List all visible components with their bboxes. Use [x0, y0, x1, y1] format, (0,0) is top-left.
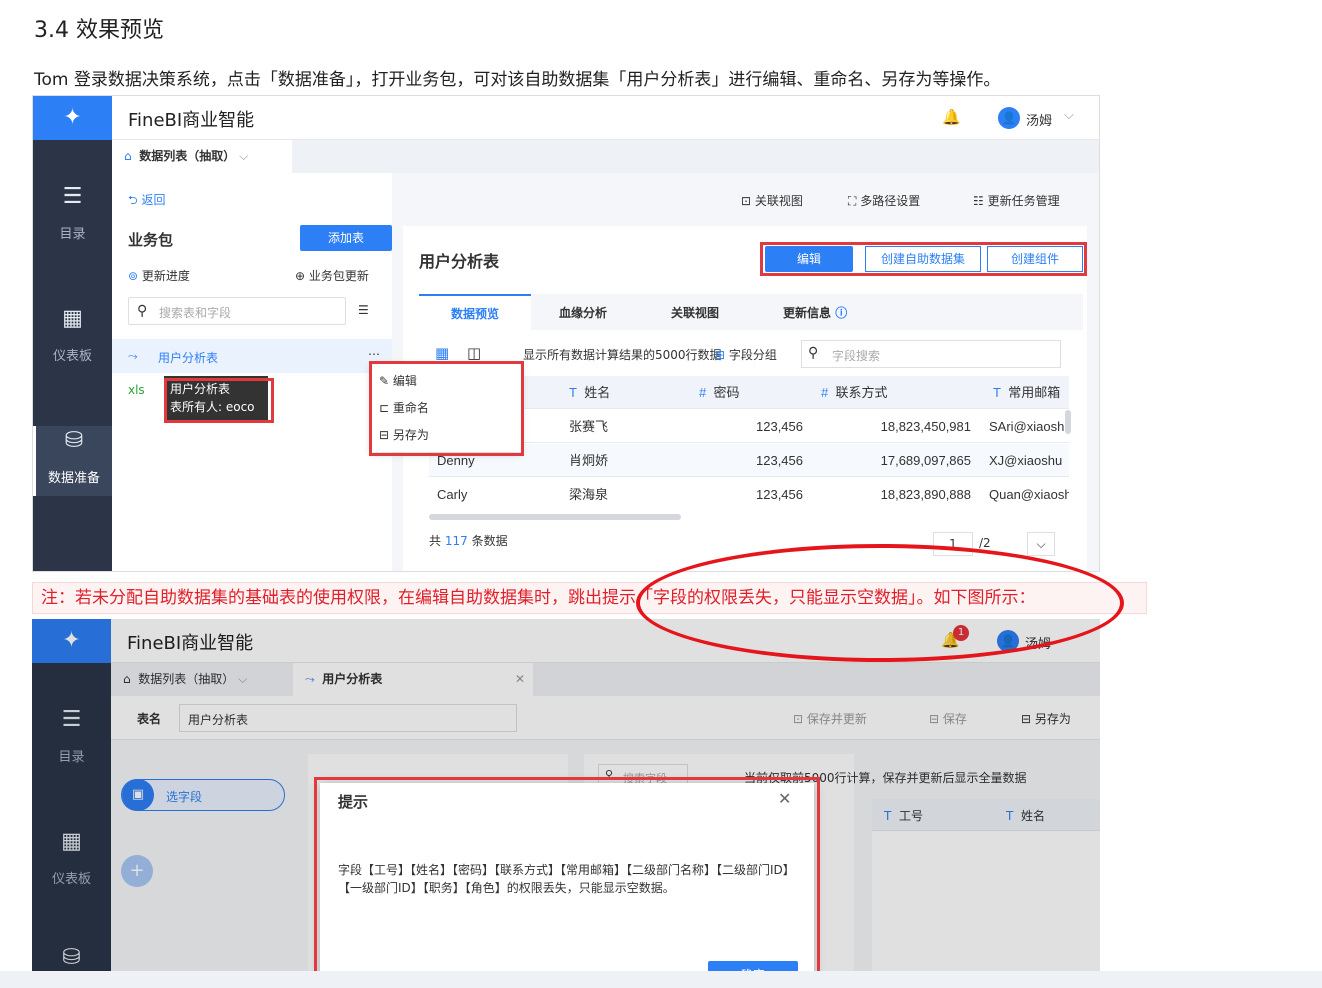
- section-heading: 3.4 效果预览: [34, 18, 164, 43]
- table-row: Denny 肖炯娇 123,456 17,689,097,865 XJ@xiao…: [429, 444, 1069, 477]
- tab-data-preview[interactable]: 数据预览: [419, 294, 531, 330]
- vertical-scrollbar[interactable]: [1065, 410, 1071, 434]
- sidebar-item-dashboard[interactable]: ▦ 仪表板: [33, 306, 112, 364]
- update-task-button[interactable]: ☷ 更新任务管理: [973, 192, 1060, 209]
- column-header: # 密码: [699, 385, 740, 400]
- text-type-icon: T: [993, 385, 1001, 400]
- grid-view-icon[interactable]: ▦: [435, 344, 449, 362]
- relation-view-button[interactable]: ⊡ 关联视图: [741, 192, 803, 209]
- screenshot-permission-dialog: ✦ ☰ 目录 ▦ 仪表板 ⛁ FineBI商业智能 🔔 1 👤 汤姆 ⌂ 数据列表（…: [32, 619, 1100, 971]
- search-icon: ⚲: [808, 345, 819, 361]
- list-item-user-table[interactable]: ⤳ 用户分析表 ⋯: [112, 339, 392, 373]
- sidebar-item-catalog[interactable]: ☰ 目录: [33, 184, 112, 242]
- xls-icon: xls: [128, 383, 145, 397]
- package-update-link[interactable]: ⊕ 业务包更新: [295, 267, 369, 284]
- info-icon: ⓘ: [835, 306, 848, 320]
- add-table-button[interactable]: 添加表: [300, 225, 392, 251]
- avatar[interactable]: 👤: [998, 107, 1020, 129]
- table-view-icon[interactable]: ◫: [467, 344, 481, 362]
- finebi-logo-icon: ✦: [33, 96, 112, 140]
- horizontal-scrollbar[interactable]: [429, 514, 681, 520]
- column-header: # 联系方式: [821, 385, 888, 400]
- group-icon: ⊞: [715, 348, 726, 362]
- tab-bar: ⌂ 数据列表（抽取） ⌵: [112, 140, 1099, 173]
- back-link[interactable]: ⮌ 返回: [128, 191, 165, 212]
- dashboard-icon: ▦: [62, 306, 83, 331]
- search-input[interactable]: ⚲ 搜索表和字段: [128, 297, 346, 325]
- field-group-button[interactable]: ⊞ 字段分组: [715, 346, 777, 363]
- total-count: 共 117 条数据: [429, 534, 508, 548]
- more-icon[interactable]: ⋯: [368, 347, 380, 361]
- text-type-icon: T: [569, 385, 577, 400]
- number-type-icon: #: [699, 385, 707, 400]
- search-icon: ⚲: [137, 303, 148, 319]
- screenshot-data-prep: ✦ ☰ 目录 ▦ 仪表板 ⛁ 数据准备 FineBI商业智能 🔔 👤 汤姆 ⌵ ⌂ 数…: [32, 95, 1100, 572]
- preview-table: T 姓名 # 密码 # 联系方式 T 常用邮箱 张赛飞 123,456 18,8…: [429, 376, 1069, 510]
- column-header: T 常用邮箱: [993, 385, 1061, 400]
- field-search-input[interactable]: ⚲ 字段搜索: [801, 340, 1061, 368]
- preview-hint: 显示所有数据计算结果的5000行数据: [523, 348, 722, 362]
- upload-icon: ⊕: [295, 269, 306, 283]
- bell-icon[interactable]: 🔔: [942, 108, 961, 126]
- number-type-icon: #: [821, 385, 829, 400]
- package-panel: ⮌ 返回 业务包 添加表 ⊚ 更新进度 ⊕ 业务包更新 ⚲ 搜索表和字段 ☰ ⤳…: [112, 173, 392, 571]
- app-brand: FineBI商业智能: [128, 110, 255, 131]
- actions-highlight: [760, 242, 1087, 276]
- multipath-button[interactable]: ⛶ 多路径设置: [848, 192, 920, 209]
- chevron-down-icon[interactable]: ⌵: [1064, 108, 1074, 123]
- menu-highlight: [369, 361, 524, 456]
- tooltip-highlight: [164, 378, 274, 423]
- progress-icon: ⊚: [128, 269, 139, 283]
- relation-icon: ⊡: [741, 194, 752, 208]
- page-total: /2: [979, 536, 991, 550]
- dataset-icon: ⤳: [128, 349, 138, 363]
- user-name[interactable]: 汤姆: [1026, 110, 1052, 129]
- hierarchy-icon: ⛶: [848, 194, 857, 208]
- home-icon: ⌂: [124, 149, 132, 163]
- intro-paragraph: Tom 登录数据决策系统，点击「数据准备」，打开业务包，可对该自助数据集「用户分…: [34, 70, 1001, 90]
- top-bar: FineBI商业智能 🔔 👤 汤姆 ⌵: [112, 96, 1099, 140]
- tab-relation[interactable]: 关联视图: [671, 304, 719, 321]
- table-row: 张赛飞 123,456 18,823,450,981 SAri@xiaoshu: [429, 410, 1069, 443]
- package-title: 业务包: [128, 231, 174, 249]
- database-icon: ⛁: [64, 428, 84, 453]
- update-progress-link[interactable]: ⊚ 更新进度: [128, 267, 190, 284]
- tab-lineage[interactable]: 血缘分析: [559, 304, 607, 321]
- annotation-oval: [636, 544, 1124, 662]
- tab-update-info[interactable]: 更新信息 ⓘ: [783, 304, 847, 321]
- chevron-down-icon: ⌵: [239, 149, 249, 163]
- column-header: T 姓名: [569, 385, 611, 400]
- table-row: Carly 梁海泉 123,456 18,823,890,888 Quan@xi…: [429, 478, 1069, 510]
- sidebar-item-data-prep[interactable]: ⛁ 数据准备: [33, 426, 112, 496]
- filter-icon[interactable]: ☰: [358, 303, 369, 317]
- table-header: T 姓名 # 密码 # 联系方式 T 常用邮箱: [429, 376, 1069, 409]
- chevron-down-icon[interactable]: ⌵: [1027, 532, 1055, 556]
- tab-data-list[interactable]: ⌂ 数据列表（抽取） ⌵: [112, 140, 292, 173]
- list-icon: ☰: [62, 184, 83, 209]
- sidebar: ✦ ☰ 目录 ▦ 仪表板 ⛁ 数据准备: [33, 96, 112, 571]
- dialog-highlight: [314, 777, 820, 971]
- detail-tabs: 数据预览 血缘分析 关联视图 更新信息 ⓘ: [419, 294, 1083, 330]
- bottom-strip: [0, 971, 1322, 988]
- detail-title: 用户分析表: [419, 252, 500, 271]
- task-icon: ☷: [973, 194, 984, 208]
